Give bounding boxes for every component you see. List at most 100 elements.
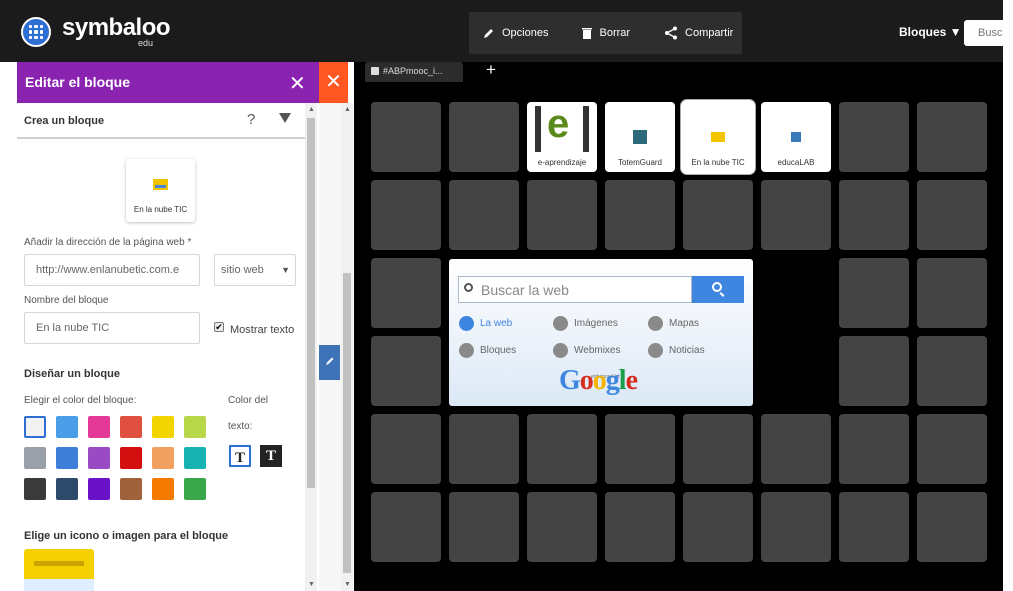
empty-tile[interactable] — [527, 180, 597, 250]
color-swatch[interactable] — [120, 416, 142, 438]
text-color-dark-button[interactable]: T — [229, 445, 251, 467]
empty-tile[interactable] — [527, 414, 597, 484]
empty-tile[interactable] — [917, 102, 987, 172]
url-input[interactable] — [24, 254, 200, 286]
empty-tile[interactable] — [839, 414, 909, 484]
color-swatch[interactable] — [24, 416, 46, 438]
empty-tile[interactable] — [605, 492, 675, 562]
option-mapas[interactable]: Mapas — [648, 316, 699, 331]
block-icon-image[interactable] — [24, 549, 94, 591]
empty-tile[interactable] — [839, 258, 909, 328]
color-swatch[interactable] — [56, 447, 78, 469]
main-scroll-thumb[interactable] — [343, 273, 351, 573]
collapse-icon[interactable] — [279, 113, 291, 123]
empty-tile[interactable] — [371, 414, 441, 484]
web-search-button[interactable] — [692, 276, 744, 303]
app-name: symbaloo — [62, 14, 171, 41]
news-icon — [648, 343, 663, 358]
empty-tile[interactable] — [917, 492, 987, 562]
empty-tile[interactable] — [605, 180, 675, 250]
color-swatch[interactable] — [88, 447, 110, 469]
empty-tile[interactable] — [371, 180, 441, 250]
empty-tile[interactable] — [371, 258, 441, 328]
empty-tile[interactable] — [371, 492, 441, 562]
color-swatch[interactable] — [24, 478, 46, 500]
empty-tile[interactable] — [917, 258, 987, 328]
empty-tile[interactable] — [605, 414, 675, 484]
color-swatch[interactable] — [152, 416, 174, 438]
delete-label: Borrar — [599, 27, 631, 39]
scroll-down-icon[interactable]: ▼ — [308, 581, 315, 588]
close-edit-button[interactable]: ✕ — [319, 62, 348, 103]
empty-tile[interactable] — [683, 492, 753, 562]
empty-tile[interactable] — [371, 102, 441, 172]
delete-button[interactable]: Borrar — [548, 12, 630, 54]
blocks-menu[interactable]: Bloques ▼ — [899, 25, 962, 39]
empty-tile[interactable] — [839, 102, 909, 172]
color-swatch[interactable] — [120, 447, 142, 469]
top-search-input[interactable] — [964, 20, 1004, 46]
webmix-tab[interactable]: #ABPmooc_i... — [365, 62, 463, 82]
color-swatch[interactable] — [56, 478, 78, 500]
color-swatch[interactable] — [56, 416, 78, 438]
empty-tile[interactable] — [449, 180, 519, 250]
option-imagenes[interactable]: Imágenes — [553, 316, 618, 331]
color-swatch[interactable] — [152, 447, 174, 469]
color-swatch[interactable] — [184, 416, 206, 438]
help-icon[interactable]: ? — [247, 111, 255, 128]
color-swatch[interactable] — [88, 478, 110, 500]
color-swatch[interactable] — [152, 478, 174, 500]
empty-tile[interactable] — [449, 492, 519, 562]
empty-tile[interactable] — [917, 414, 987, 484]
tile-e-aprendizaje[interactable]: e e-aprendizaje — [527, 102, 597, 172]
scroll-down-icon[interactable]: ▼ — [344, 581, 351, 588]
option-la-web[interactable]: La web — [459, 316, 512, 331]
color-swatch[interactable] — [184, 447, 206, 469]
empty-tile[interactable] — [917, 180, 987, 250]
tile-totemguard[interactable]: TotemGuard — [605, 102, 675, 172]
edit-tab-button[interactable] — [319, 345, 340, 380]
empty-tile[interactable] — [917, 336, 987, 406]
block-type-select[interactable]: sitio web ▼ — [214, 254, 296, 286]
empty-tile[interactable] — [683, 414, 753, 484]
trash-icon — [582, 28, 593, 39]
options-button[interactable]: Opciones — [469, 12, 548, 54]
panel-scroll-thumb[interactable] — [307, 118, 315, 488]
color-swatch[interactable] — [24, 447, 46, 469]
show-text-checkbox[interactable]: ✔ — [214, 322, 224, 332]
main-scrollbar[interactable]: ▲ ▼ — [341, 103, 353, 591]
color-swatch[interactable] — [184, 478, 206, 500]
empty-tile[interactable] — [761, 180, 831, 250]
block-name-input[interactable] — [24, 312, 200, 344]
empty-tile[interactable] — [839, 336, 909, 406]
text-color-light-button[interactable]: T — [260, 445, 282, 467]
symbaloo-logo-icon[interactable] — [21, 17, 51, 47]
empty-tile[interactable] — [839, 492, 909, 562]
close-panel-button[interactable]: ✕ — [289, 71, 306, 96]
empty-tile[interactable] — [449, 102, 519, 172]
option-webmixes[interactable]: Webmixes — [553, 343, 621, 358]
web-search-input[interactable]: Buscar la web — [458, 276, 692, 303]
empty-tile[interactable] — [449, 414, 519, 484]
option-noticias[interactable]: Noticias — [648, 343, 705, 358]
share-button[interactable]: Compartir — [630, 12, 733, 54]
empty-tile[interactable] — [761, 414, 831, 484]
color-swatch[interactable] — [88, 416, 110, 438]
empty-tile[interactable] — [839, 180, 909, 250]
search-icon — [712, 282, 722, 292]
scroll-up-icon[interactable]: ▲ — [344, 106, 351, 113]
share-icon — [665, 26, 678, 40]
text-color-label: Color del — [228, 395, 269, 406]
empty-tile[interactable] — [683, 180, 753, 250]
empty-tile[interactable] — [527, 492, 597, 562]
panel-scrollbar[interactable]: ▲ ▼ — [305, 103, 317, 591]
empty-tile[interactable] — [761, 492, 831, 562]
add-tab-button[interactable]: + — [486, 60, 496, 80]
option-bloques[interactable]: Bloques — [459, 343, 516, 358]
color-swatch[interactable] — [120, 478, 142, 500]
tile-educalab[interactable]: educaLAB — [761, 102, 831, 172]
empty-tile[interactable] — [371, 336, 441, 406]
scroll-up-icon[interactable]: ▲ — [308, 106, 315, 113]
select-arrow-icon: ▼ — [281, 265, 290, 275]
tile-en-la-nube-tic[interactable]: En la nube TIC — [683, 102, 753, 172]
